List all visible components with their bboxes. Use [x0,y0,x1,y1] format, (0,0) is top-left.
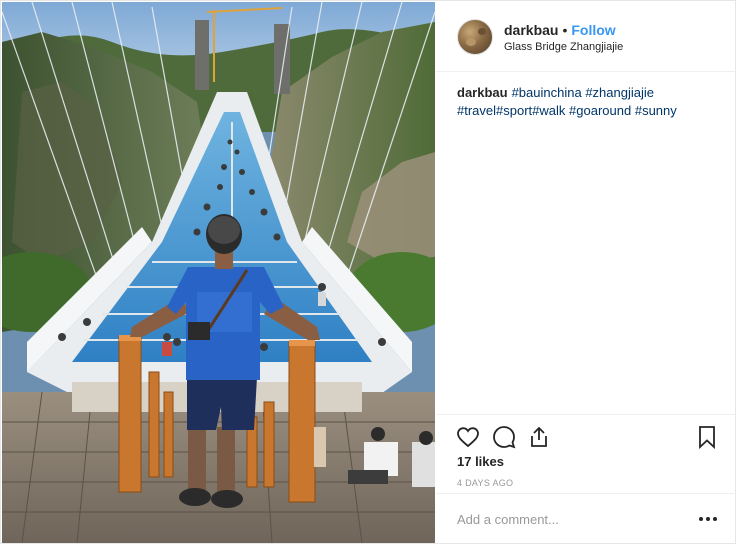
hashtag[interactable]: #zhangjiajie [585,85,654,100]
share-icon[interactable] [527,425,551,449]
follow-button[interactable]: Follow [571,22,615,38]
ellipsis-icon[interactable] [696,509,720,529]
user-line: darkbau • Follow [504,22,616,38]
post-details-panel: darkbau • Follow Glass Bridge Zhangjiajie … [436,2,736,543]
heart-icon[interactable] [456,425,480,449]
hashtag[interactable]: #bauinchina [512,85,582,100]
likes-count[interactable]: 17 likes [457,454,504,469]
hashtag[interactable]: #sport [496,103,532,118]
avatar-detail [466,38,476,46]
caption-username[interactable]: darkbau [457,85,508,100]
bookmark-icon[interactable] [695,425,719,449]
username-link[interactable]: darkbau [504,22,558,38]
comment-icon[interactable] [492,425,516,449]
post-photo[interactable] [2,2,435,543]
post-timestamp[interactable]: 4 DAYS AGO [457,478,513,488]
bridge-photo-illustration [2,2,435,543]
hashtag[interactable]: #sunny [635,103,677,118]
avatar-detail [478,28,486,35]
separator-dot: • [562,22,568,38]
location-link[interactable]: Glass Bridge Zhangjiajie [504,41,623,53]
hashtag[interactable]: #goaround [569,103,631,118]
post-caption: darkbau #bauinchina #zhangjiajie #travel#s… [457,84,719,120]
hashtag[interactable]: #walk [532,103,565,118]
user-avatar[interactable] [457,19,493,55]
comment-input[interactable] [457,508,677,530]
post-header: darkbau • Follow Glass Bridge Zhangjiajie [436,2,736,72]
comment-section [436,493,736,543]
hashtag[interactable]: #travel [457,103,496,118]
instagram-post: darkbau • Follow Glass Bridge Zhangjiajie … [0,0,736,544]
